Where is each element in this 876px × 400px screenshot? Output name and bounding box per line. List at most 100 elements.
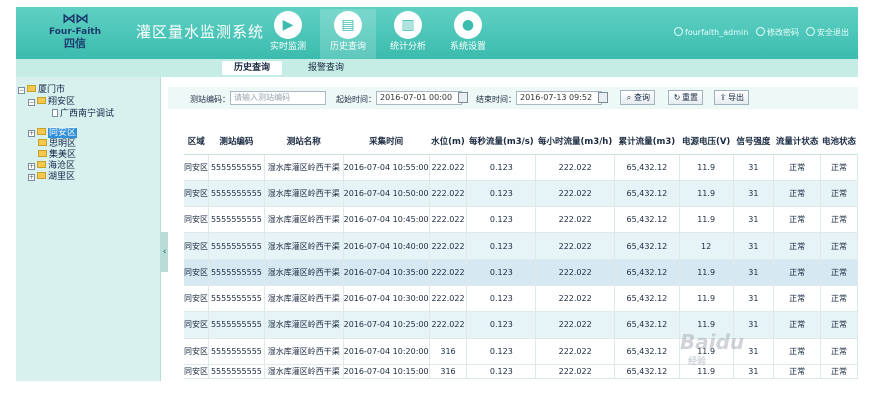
table-cell: 2016-07-04 10:35:00: [343, 259, 430, 286]
user-account-link[interactable]: fourfaith_admin: [674, 27, 748, 37]
filter-bar: 测站编码： 请输入测站编码 起始时间： 2016-07-01 00:00 结束时…: [168, 87, 858, 109]
calendar-icon[interactable]: [598, 92, 608, 103]
table-row[interactable]: 同安区 5555555555 湿水库灌区岭西干渠 2016-07-04 10:40:0…: [184, 232, 858, 260]
tab-history-query[interactable]: 历史查询: [222, 61, 283, 75]
col-header[interactable]: 区域: [184, 128, 209, 155]
col-header[interactable]: 测站编码: [208, 128, 265, 155]
logout-link[interactable]: 安全退出: [806, 27, 849, 38]
tree-node-xiamen[interactable]: − 厦门市: [18, 85, 65, 96]
table-cell: 31: [733, 206, 775, 234]
folder-icon: [37, 97, 46, 104]
col-header[interactable]: 电池状态: [820, 128, 858, 155]
table-cell: 同安区: [184, 364, 209, 379]
table-cell: 11.9: [679, 206, 734, 234]
table-cell: 65,432.12: [614, 259, 680, 286]
col-header[interactable]: 信号强度: [733, 128, 774, 155]
table-cell: 0.123: [466, 285, 537, 313]
calendar-icon[interactable]: [458, 92, 468, 103]
collapse-icon[interactable]: −: [18, 87, 25, 94]
start-time-input[interactable]: 2016-07-01 00:00: [376, 91, 462, 105]
table-cell: 0.123: [466, 206, 537, 234]
folder-icon: [27, 85, 36, 92]
col-header[interactable]: 水位(m): [429, 128, 467, 155]
bar-chart-icon: ▥: [394, 11, 422, 39]
table-cell: 222.022: [535, 232, 616, 260]
station-code-input[interactable]: 请输入测站编码: [230, 91, 326, 105]
expand-icon[interactable]: +: [28, 174, 35, 181]
lock-icon: [756, 27, 765, 36]
table-cell: 5555555555: [208, 285, 265, 313]
tree-node-tongan[interactable]: + 同安区: [28, 128, 78, 139]
table-cell: 0.123: [466, 180, 537, 208]
table-cell: 5555555555: [208, 311, 265, 339]
watermark-brand: Baidu: [680, 330, 745, 354]
table-cell: 正常: [820, 154, 858, 181]
reset-label: 重置: [682, 93, 698, 102]
table-cell: 31: [733, 232, 775, 260]
table-row[interactable]: 同安区 5555555555 湿水库灌区岭西干渠 2016-07-04 10:20:0…: [184, 338, 858, 365]
table-cell: 11.9: [679, 154, 734, 181]
table-cell: 2016-07-04 10:25:00: [343, 311, 430, 339]
col-header[interactable]: 每小时流量(m3/h): [535, 128, 615, 155]
table-cell: 正常: [820, 206, 858, 234]
col-header[interactable]: 流量计状态: [773, 128, 821, 155]
col-header[interactable]: 采集时间: [343, 128, 430, 155]
query-button[interactable]: ⌕ 查询: [620, 90, 655, 105]
expand-icon[interactable]: +: [28, 163, 35, 170]
table-row[interactable]: 同安区 5555555555 湿水库灌区岭西干渠 2016-07-04 10:30:0…: [184, 285, 858, 313]
table-cell: 222.022: [429, 311, 468, 339]
tree-node-siming[interactable]: 思明区: [38, 139, 76, 150]
table-cell: 同安区: [184, 206, 209, 234]
col-header[interactable]: 电源电压(V): [679, 128, 734, 155]
table-row[interactable]: 同安区 5555555555 湿水库灌区岭西干渠 2016-07-04 10:55:0…: [184, 154, 858, 181]
sidebar-collapse-handle[interactable]: ‹: [161, 232, 168, 272]
end-time-label: 结束时间：: [476, 95, 516, 104]
table-cell: 正常: [773, 285, 822, 313]
tree-label: 翔安区: [48, 97, 76, 107]
app-window: ⋈⋈ Four-Faith 四信 灌区量水监测系统 ▶ 实时监测 ▤ 历史查询 …: [0, 0, 876, 400]
col-header[interactable]: 测站名称: [264, 128, 344, 155]
collapse-icon[interactable]: −: [28, 99, 35, 106]
table-cell: 2016-07-04 10:55:00: [343, 154, 430, 181]
tree-node-xiangan[interactable]: − 翔安区: [28, 97, 75, 108]
tree-node-haicang[interactable]: + 海沧区: [28, 161, 75, 172]
file-icon: [52, 109, 58, 117]
nav-settings[interactable]: ● 系统设置: [440, 9, 496, 59]
table-cell: 222.022: [535, 206, 616, 234]
end-time-input[interactable]: 2016-07-13 09:52: [516, 91, 602, 105]
nav-realtime[interactable]: ▶ 实时监测: [260, 9, 316, 59]
table-cell: 0.123: [466, 259, 537, 286]
table-cell: 5555555555: [208, 180, 265, 208]
tree-node-guangxi[interactable]: 广西南宁调试: [52, 109, 114, 120]
table-row[interactable]: 同安区 5555555555 湿水库灌区岭西干渠 2016-07-04 10:50:0…: [184, 180, 858, 208]
user-icon: ●: [454, 11, 482, 39]
table-cell: 正常: [773, 206, 822, 234]
table-cell: 2016-07-04 10:20:00: [343, 338, 430, 365]
col-header[interactable]: 累计流量(m3): [614, 128, 680, 155]
logo: ⋈⋈ Four-Faith 四信: [42, 11, 108, 55]
nav-history[interactable]: ▤ 历史查询: [320, 9, 376, 59]
table-cell: 11.9: [679, 285, 734, 313]
table-cell: 0.123: [466, 311, 537, 339]
table-row[interactable]: 同安区 5555555555 湿水库灌区岭西干渠 2016-07-04 10:15:0…: [184, 364, 858, 379]
change-password-link[interactable]: 修改密码: [756, 27, 799, 38]
table-row[interactable]: 同安区 5555555555 湿水库灌区岭西干渠 2016-07-04 10:45:0…: [184, 206, 858, 234]
tree-node-jimei[interactable]: 集美区: [38, 150, 76, 161]
table-cell: 222.022: [429, 232, 468, 260]
table-row[interactable]: 同安区 5555555555 湿水库灌区岭西干渠 2016-07-04 10:35:0…: [184, 259, 858, 286]
table-cell: 正常: [773, 180, 822, 208]
query-label: 查询: [634, 93, 650, 102]
watermark-sub: 经验: [688, 357, 707, 367]
user-icon: [674, 27, 683, 36]
table-cell: 正常: [820, 364, 858, 379]
table-cell: 222.022: [429, 180, 468, 208]
export-button[interactable]: ⇪ 导出: [714, 90, 749, 105]
table-row[interactable]: 同安区 5555555555 湿水库灌区岭西干渠 2016-07-04 10:25:0…: [184, 311, 858, 339]
expand-icon[interactable]: +: [28, 130, 35, 137]
reset-button[interactable]: ↻ 重置: [668, 90, 703, 105]
nav-statistics[interactable]: ▥ 统计分析: [380, 9, 436, 59]
tree-node-huli[interactable]: + 湖里区: [28, 172, 75, 183]
tab-alarm-query[interactable]: 报警查询: [296, 61, 356, 75]
col-header[interactable]: 每秒流量(m3/s): [466, 128, 536, 155]
table-cell: 湿水库灌区岭西干渠: [264, 285, 344, 313]
